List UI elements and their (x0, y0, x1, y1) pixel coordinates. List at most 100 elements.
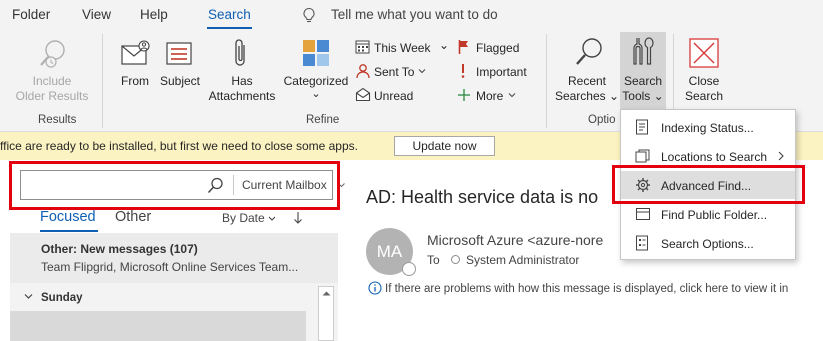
paperclip-icon (235, 39, 245, 66)
message-subject: AD: Health service data is no (366, 187, 599, 207)
search-scope-dropdown[interactable]: Current Mailbox (242, 178, 327, 192)
sort-direction-arrow-icon[interactable] (293, 211, 303, 225)
update-now-button[interactable]: Update now (394, 136, 495, 156)
other-inbox-tab[interactable]: Other (115, 209, 151, 225)
scope-chevron-down-icon[interactable] (338, 183, 345, 188)
sent-to-label: Sent To (374, 65, 415, 79)
important-label: Important (476, 65, 527, 79)
this-week-button[interactable]: This Week ⌄ (355, 38, 455, 58)
focused-tab-indicator (40, 230, 98, 232)
more-button[interactable]: More (457, 86, 522, 106)
date-group-header[interactable]: Sunday (10, 288, 310, 308)
recent-label-line1: Recent (567, 74, 607, 88)
display-problem-notice[interactable]: If there are problems with how this mess… (385, 283, 788, 295)
close-search-button[interactable]: Close Search (678, 34, 730, 110)
flagged-button[interactable]: Flagged (457, 38, 527, 58)
collapse-chevron-icon[interactable] (24, 293, 33, 300)
exclamation-icon (461, 64, 465, 78)
tab-search[interactable]: Search (208, 7, 251, 22)
message-list-scrollbar[interactable] (318, 286, 334, 341)
scroll-up-arrow-icon[interactable] (322, 290, 331, 296)
sent-to-button[interactable]: Sent To (355, 62, 430, 82)
important-button[interactable]: Important (457, 62, 537, 82)
more-label: More (476, 89, 504, 103)
has-label-line2: Attachments (208, 89, 276, 103)
tell-me-search[interactable]: Tell me what you want to do (331, 7, 498, 22)
presence-status-icon (402, 262, 416, 276)
unread-label: Unread (374, 89, 414, 103)
menu-item-label: Locations to Search (661, 150, 768, 164)
search-tools-label-line2: Tools ⌄ (622, 89, 664, 103)
info-icon (368, 281, 382, 295)
menu-item-locations-to-search[interactable]: Locations to Search (621, 142, 795, 170)
this-week-chevron-icon: ⌄ (439, 38, 450, 52)
group-label-refine: Refine (306, 114, 340, 126)
options-list-icon (636, 235, 648, 251)
search-icon[interactable] (207, 177, 224, 194)
sort-by-date-dropdown[interactable]: By Date (222, 211, 265, 225)
unread-envelope-icon (355, 87, 371, 102)
search-input[interactable] (25, 175, 201, 195)
search-tools-button[interactable]: Search Tools ⌄ (620, 32, 666, 110)
other-new-messages-group[interactable]: Other: New messages (107) Team Flipgrid,… (10, 233, 338, 283)
recent-search-icon (576, 38, 602, 65)
group-divider (546, 34, 547, 128)
date-group-label: Sunday (41, 292, 83, 304)
list-item[interactable] (10, 311, 306, 341)
tab-help[interactable]: Help (140, 7, 168, 22)
lightbulb-icon (303, 7, 315, 23)
advanced-find-gear-icon (636, 178, 650, 192)
from-button[interactable]: From (114, 34, 156, 106)
flag-icon (458, 40, 468, 54)
search-tools-label-line1: Search (623, 74, 663, 88)
menu-item-indexing-status[interactable]: Indexing Status... (621, 113, 795, 141)
message-list: Other: New messages (107) Team Flipgrid,… (10, 233, 338, 341)
menu-item-find-public-folder[interactable]: Find Public Folder... (621, 200, 795, 228)
close-icon (689, 38, 719, 68)
categorized-chevron-icon: ⌄ (311, 88, 321, 100)
search-tools-menu: Indexing Status... Locations to Search A… (620, 109, 796, 260)
menu-item-advanced-find[interactable]: Advanced Find... (621, 171, 795, 199)
group-title: Other: New messages (107) (41, 242, 198, 256)
group-label-options: Optio (588, 114, 616, 126)
sort-chevron-down-icon[interactable] (268, 216, 276, 222)
flagged-label: Flagged (476, 41, 520, 55)
close-label-line1: Close (688, 74, 720, 88)
calendar-icon (355, 40, 370, 54)
this-week-label: This Week (374, 41, 431, 55)
categories-icon (303, 40, 329, 66)
menu-item-label: Indexing Status... (661, 121, 754, 135)
close-label-line2: Search (684, 89, 724, 103)
include-older-results-button[interactable]: Include Older Results (14, 34, 90, 110)
recent-label-line2: Searches ⌄ (554, 89, 620, 103)
ribbon-tab-bar: Folder View Help Search Tell me what you… (0, 0, 823, 30)
menu-item-search-options[interactable]: Search Options... (621, 229, 795, 257)
recipient-name[interactable]: System Administrator (466, 253, 579, 267)
subject-button[interactable]: Subject (158, 34, 202, 106)
document-icon (636, 119, 648, 135)
menu-item-label: Advanced Find... (661, 179, 752, 193)
from-envelope-icon (121, 40, 150, 65)
has-attachments-button[interactable]: Has Attachments (204, 34, 280, 106)
search-tools-icon (633, 37, 654, 65)
folders-icon (635, 149, 650, 163)
include-label-line1: Include (32, 74, 72, 88)
active-tab-indicator (207, 27, 252, 29)
include-older-results-icon (40, 40, 65, 68)
categorized-label: Categorized (283, 74, 349, 88)
subject-label: Subject (159, 74, 201, 88)
more-chevron-icon (508, 93, 516, 98)
subject-icon (166, 42, 192, 65)
to-label: To (427, 253, 440, 267)
sender-name[interactable]: Microsoft Azure <azure-nore (427, 232, 603, 248)
categorized-button[interactable]: Categorized ⌄ (282, 34, 350, 110)
focused-inbox-tab[interactable]: Focused (40, 209, 96, 225)
notification-message: ffice are ready to be installed, but fir… (0, 139, 358, 153)
submenu-chevron-right-icon (778, 151, 784, 161)
unread-button[interactable]: Unread (355, 86, 420, 106)
recent-searches-button[interactable]: Recent Searches ⌄ (554, 34, 620, 110)
scope-divider (233, 175, 234, 195)
sent-to-chevron-icon (418, 69, 426, 74)
tab-folder[interactable]: Folder (12, 7, 50, 22)
tab-view[interactable]: View (82, 7, 111, 22)
